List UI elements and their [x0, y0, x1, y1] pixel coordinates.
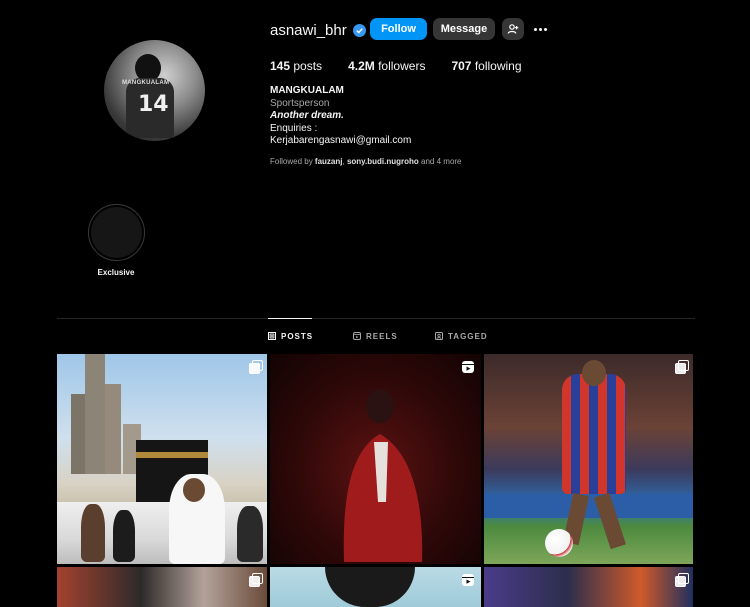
more-options-icon[interactable] [531, 19, 549, 39]
followed-by-separator: , [342, 157, 345, 166]
tabs-divider [57, 318, 695, 319]
posts-count: 145 [270, 58, 291, 73]
player-striped-kit [562, 374, 626, 494]
post-tile[interactable] [57, 354, 267, 564]
add-person-icon [507, 24, 519, 34]
post-tile[interactable] [484, 567, 693, 607]
tab-tagged[interactable]: TAGGED [435, 331, 488, 341]
carousel-icon [249, 360, 263, 374]
followers-count: 4.2M [348, 58, 375, 73]
clock-tower [85, 354, 105, 474]
tab-posts-label: POSTS [281, 331, 314, 341]
carousel-icon [675, 360, 689, 374]
followed-by[interactable]: Followed by fauzanj, sony.budi.nugroho a… [270, 157, 462, 166]
kaaba-band [136, 452, 208, 458]
followers-stat[interactable]: 4.2M followers [348, 59, 425, 73]
post-tile[interactable] [270, 354, 481, 564]
profile-bio: MANGKUALAM Sportsperson Another dream. E… [270, 85, 411, 148]
followers-label: followers [378, 58, 426, 73]
post-tile[interactable] [270, 567, 481, 607]
tab-posts[interactable]: POSTS [268, 331, 313, 341]
carousel-icon [249, 573, 263, 587]
tab-tagged-label: TAGGED [448, 331, 488, 341]
carousel-icon [675, 573, 689, 587]
post-tile[interactable] [484, 354, 693, 564]
tab-reels[interactable]: REELS [353, 331, 398, 341]
profile-stats: 145 posts 4.2M followers 707 following [270, 58, 548, 73]
posts-label: posts [293, 58, 323, 73]
followed-by-user-1[interactable]: fauzanj [315, 157, 343, 166]
person-red-cloak [343, 389, 423, 562]
profile-username-row: asnawi_bhr [270, 19, 366, 41]
profile-category: Sportsperson [270, 97, 330, 109]
bio-tagline: Another dream. [270, 110, 344, 121]
reel-icon [462, 361, 474, 373]
message-button[interactable]: Message [433, 18, 495, 40]
crowd-person [81, 504, 105, 562]
tab-reels-label: REELS [366, 331, 398, 341]
profile-avatar[interactable]: MANGKUALAM 14 [104, 40, 205, 141]
profile-full-name: MANGKUALAM [270, 85, 344, 96]
crowd-person [113, 510, 135, 562]
building [105, 384, 121, 474]
active-tab-indicator [268, 318, 312, 319]
followed-by-prefix: Followed by [270, 157, 313, 166]
avatar-jersey-number: 14 [138, 92, 169, 117]
bio-line-enquiries: Enquiries : [270, 122, 318, 134]
verified-badge-icon [352, 23, 366, 37]
following-label: following [474, 58, 522, 73]
highlight-label: Exclusive [97, 268, 135, 277]
avatar-jersey-name: MANGKUALAM [122, 80, 170, 86]
person-head [183, 478, 205, 502]
person-head-silhouette [325, 567, 415, 607]
tagged-icon [435, 332, 443, 340]
following-stat[interactable]: 707 following [451, 59, 521, 73]
reels-icon [353, 332, 361, 340]
building [71, 394, 85, 474]
following-count: 707 [451, 58, 472, 73]
soccer-ball [545, 529, 573, 557]
posts-count-stat: 145 posts [270, 59, 322, 73]
reel-icon [462, 574, 474, 586]
followed-by-user-2[interactable]: sony.budi.nugroho [347, 157, 419, 166]
followed-by-suffix: and 4 more [421, 157, 462, 166]
profile-username: asnawi_bhr [270, 21, 347, 39]
highlight-cover [91, 207, 142, 258]
crowd-person [237, 506, 263, 562]
player-head [582, 360, 606, 386]
story-highlight-exclusive[interactable] [88, 204, 145, 261]
suggested-users-button[interactable] [502, 18, 524, 40]
post-tile[interactable] [57, 567, 267, 607]
grid-icon [268, 332, 276, 340]
bio-email: Kerjabarengasnawi@gmail.com [270, 135, 412, 146]
follow-button[interactable]: Follow [370, 18, 427, 40]
